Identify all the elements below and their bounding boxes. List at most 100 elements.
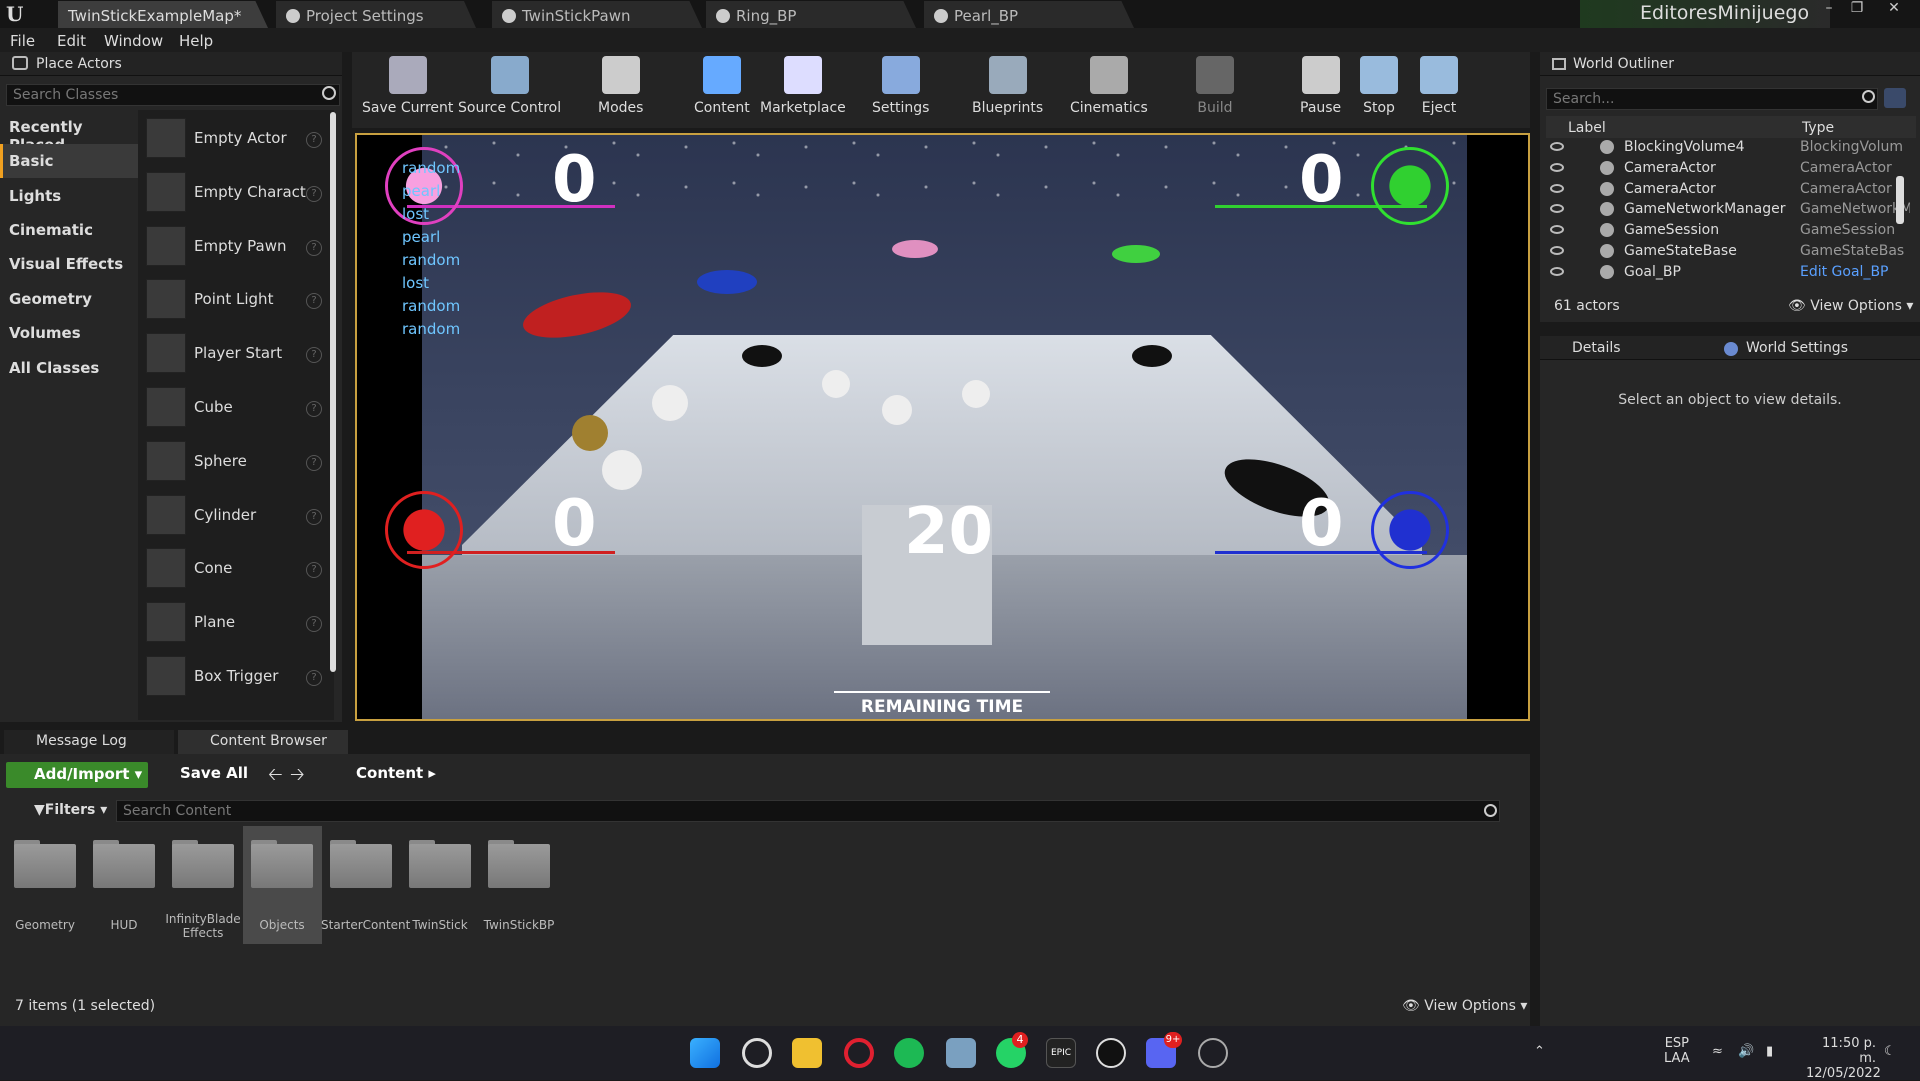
outliner-row[interactable]: GameNetworkManager GameNetworkM [1546,199,1916,220]
forward-arrow-icon[interactable]: 🡢 [290,762,305,792]
outliner-row[interactable]: CameraActor CameraActor [1546,179,1916,200]
clock[interactable]: 11:50 p. m. 12/05/2022 [1806,1036,1881,1081]
outliner-row[interactable]: BlockingVolume4 BlockingVolum [1546,137,1916,158]
visibility-eye-icon[interactable] [1550,246,1564,255]
path-content[interactable]: Content ▸ [328,764,436,782]
tab-details[interactable]: Details [1552,340,1722,360]
menu-file[interactable]: File [10,32,35,50]
folder-icon[interactable] [170,840,236,888]
folder-icon[interactable] [91,840,157,888]
visibility-eye-icon[interactable] [1550,183,1564,193]
actor-type[interactable]: Edit Goal_BP [1800,264,1910,280]
windows-start-icon[interactable] [690,1038,720,1068]
marketplace-button[interactable]: Marketplace [760,56,846,116]
pause-button[interactable]: Pause [1300,56,1341,116]
help-icon[interactable]: ? [306,132,322,148]
actor-item[interactable]: Plane? [146,598,326,650]
help-icon[interactable]: ? [306,293,322,310]
save-current-button[interactable]: Save Current [362,56,453,116]
tab-pearl-bp[interactable]: Pearl_BP [924,1,1134,28]
folder-icon[interactable] [486,840,552,888]
visibility-eye-icon[interactable] [1550,204,1564,214]
help-icon[interactable]: ? [306,508,322,525]
category-geometry[interactable]: Geometry [0,282,138,316]
tray-chevron-icon[interactable]: ⌃ [1534,1044,1545,1059]
content-view-options[interactable]: 👁 View Options ▾ [1402,998,1527,1014]
folder-label[interactable]: Objects [242,918,322,932]
column-label[interactable]: Label [1568,120,1606,136]
actor-item[interactable]: Box Trigger? [146,652,326,704]
volume-icon[interactable]: 🔊 [1738,1044,1754,1059]
menu-help[interactable]: Help [179,32,213,50]
close-button[interactable]: ✕ [1880,0,1908,20]
category-all-classes[interactable]: All Classes [0,351,138,385]
notification-icon[interactable]: ☾ [1884,1044,1896,1059]
actor-item[interactable]: Player Start? [146,329,326,381]
back-arrow-icon[interactable]: 🡠 [268,762,283,792]
file-explorer-icon[interactable] [792,1038,822,1068]
tab-project-settings[interactable]: Project Settings [276,1,476,28]
menu-window[interactable]: Window [104,32,163,50]
tab-twinstick-pawn[interactable]: TwinStickPawn [492,1,702,28]
folder-label[interactable]: TwinStick [400,918,480,932]
wifi-icon[interactable]: ≈ [1712,1044,1723,1059]
category-lights[interactable]: Lights [0,179,138,213]
actor-item[interactable]: Empty Characte? [146,168,326,220]
category-cinematic[interactable]: Cinematic [0,213,138,247]
help-icon[interactable]: ? [306,616,322,633]
category-volumes[interactable]: Volumes [0,316,138,350]
blueprints-button[interactable]: Blueprints [972,56,1043,116]
settings-button[interactable]: Settings [872,56,929,116]
tab-twinstick-map[interactable]: TwinStickExampleMap* [58,1,268,28]
build-button[interactable]: Build [1196,56,1234,116]
outliner-row[interactable]: CameraActor CameraActor [1546,158,1916,179]
modes-button[interactable]: Modes [598,56,643,116]
folder-icon[interactable] [328,840,394,888]
outliner-row[interactable]: GameStateBase GameStateBas [1546,241,1916,262]
obs-icon[interactable] [1198,1038,1228,1068]
folder-label[interactable]: HUD [84,918,164,932]
outliner-scrollbar[interactable] [1896,176,1904,224]
help-icon[interactable]: ? [306,670,322,686]
help-icon[interactable]: ? [306,347,322,364]
folder-label[interactable]: StarterContent [321,918,410,932]
help-icon[interactable]: ? [306,401,322,417]
category-basic[interactable]: Basic [0,144,138,178]
stop-button[interactable]: Stop [1360,56,1398,116]
category-recently-placed[interactable]: Recently Placed [0,110,138,154]
tab-world-settings[interactable]: World Settings [1722,340,1912,360]
eject-button[interactable]: Eject [1420,56,1458,116]
outliner-row[interactable]: GameSession GameSession [1546,220,1916,241]
spotify-icon[interactable] [894,1038,924,1068]
unreal-engine-icon[interactable] [1096,1038,1126,1068]
folder-icon[interactable] [12,840,78,888]
source-control-button[interactable]: Source Control [458,56,561,116]
actor-item[interactable]: Cube? [146,383,326,435]
cinematics-button[interactable]: Cinematics [1070,56,1148,116]
help-icon[interactable]: ? [306,185,322,202]
add-import-button[interactable]: Add/Import ▾ [6,762,148,788]
save-all-button[interactable]: Save All [160,764,248,782]
category-visual-effects[interactable]: Visual Effects [0,247,138,281]
help-icon[interactable]: ? [306,562,322,579]
visibility-eye-icon[interactable] [1550,162,1564,172]
tab-ring-bp[interactable]: Ring_BP [706,1,916,28]
visibility-eye-icon[interactable] [1550,225,1564,235]
outliner-search-input[interactable]: Search... [1546,88,1878,110]
tab-content-browser[interactable]: Content Browser [178,730,348,754]
search-content-input[interactable]: Search Content [116,800,1500,822]
epic-games-icon[interactable]: EPIC [1046,1038,1076,1068]
actor-item[interactable]: Empty Actor? [146,114,326,166]
filters-button[interactable]: ▼Filters ▾ [34,802,107,818]
language-indicator[interactable]: ESP LAA [1664,1036,1690,1066]
folder-icon[interactable] [249,840,315,888]
visibility-eye-icon[interactable] [1550,266,1564,276]
folder-label[interactable]: Geometry [5,918,85,932]
help-icon[interactable]: ? [306,239,322,256]
outliner-row[interactable]: Goal_BP Edit Goal_BP [1546,262,1916,283]
game-viewport[interactable]: 0 0 0 0 random pearl lost pearl random lost ra… [355,133,1530,721]
opera-icon[interactable] [844,1038,874,1068]
visibility-eye-icon[interactable] [1550,142,1564,151]
minimize-button[interactable]: – [1815,0,1843,20]
maximize-button[interactable]: ❐ [1843,0,1871,20]
